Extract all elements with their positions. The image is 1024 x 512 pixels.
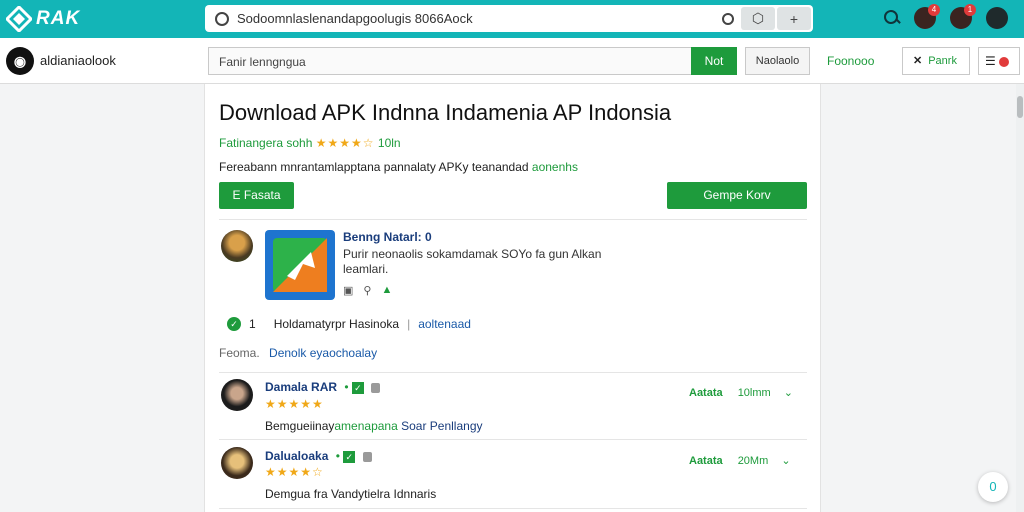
description-highlight[interactable]: aonenhs: [532, 160, 578, 174]
info-link[interactable]: aoltenaad: [418, 317, 471, 331]
notification-badge-1: 4: [928, 4, 940, 16]
address-bar[interactable]: Sodoomnlaslenandapgoolugis 8066Aock ⬡ +: [205, 5, 813, 32]
app-logo-text: RAK: [36, 8, 81, 29]
review-stars: ★★★★☆: [265, 465, 324, 479]
verified-dot-icon: •: [344, 380, 349, 394]
diamond-logo-icon: [6, 6, 32, 32]
rating-summary: Fatinangera sohh ★★★★☆ 10ln: [219, 136, 401, 150]
separator: |: [407, 317, 411, 331]
reviewer-avatar[interactable]: [221, 379, 253, 411]
app-meta-icons: ▣ ⚲ ▲: [343, 284, 392, 297]
user-avatar-2[interactable]: 1: [950, 4, 976, 29]
review-text: Bemgueiinayamenapana Soar Penllangy: [265, 419, 483, 433]
search-input[interactable]: Fanir lenngngua: [208, 47, 692, 75]
divider: [219, 219, 807, 220]
review-time: 20Mm: [737, 455, 769, 467]
review-meta: Aatata 20Mm ⌄: [689, 454, 791, 467]
reviewer-name[interactable]: Damala RAR • ✓: [265, 380, 381, 394]
lock-icon: [362, 451, 372, 462]
pin-icon[interactable]: ⚲: [363, 284, 371, 297]
review-text: Demgua fra Vandytielra Idnnaris: [265, 487, 436, 501]
reviewer-name[interactable]: Dalualoaka • ✓: [265, 449, 372, 463]
info-count: 1: [249, 317, 256, 331]
author-avatar[interactable]: [221, 230, 253, 262]
check-icon: ✓: [227, 317, 241, 331]
site-logo-icon[interactable]: ◉: [6, 47, 34, 75]
verified-dot-icon: •: [335, 449, 340, 463]
rating-count: 10ln: [377, 136, 401, 150]
verified-badge-icon: ✓: [343, 450, 356, 463]
camera-icon[interactable]: ▣: [343, 284, 353, 297]
reviewer-badges: • ✓: [336, 449, 372, 463]
rating-stars: ★★★★☆: [315, 136, 375, 150]
section-link[interactable]: Denolk eyaochoalay: [269, 346, 377, 360]
review-score: Aatata: [689, 455, 723, 467]
search-icon[interactable]: [884, 10, 900, 26]
app-logo-icon: [273, 238, 327, 292]
chevron-down-icon[interactable]: ⌄: [784, 387, 793, 399]
scrollbar-track[interactable]: [1016, 84, 1024, 512]
reviewer-name-text: Dalualoaka: [265, 449, 329, 463]
history-button[interactable]: [715, 7, 741, 30]
profile-avatar[interactable]: [986, 7, 1008, 29]
review-text-start: Demgua fra Vandytielra Idnnaris: [265, 487, 437, 501]
topbar-actions: 4 1: [884, 4, 1008, 29]
outline-button-label: Panrk: [928, 55, 957, 67]
review-text-start: Bemgueiinay: [265, 419, 335, 433]
site-name[interactable]: aldianiaolook: [40, 53, 116, 68]
add-tab-button[interactable]: +: [777, 7, 811, 30]
section-row: Feoma. Denolk eyaochoalay: [219, 346, 377, 360]
chat-button[interactable]: 0: [978, 472, 1008, 502]
browser-topbar: RAK Sodoomnlaslenandapgoolugis 8066Aock …: [0, 0, 1024, 38]
main-content-card: Download APK Indnna Indamenia AP Indonsi…: [204, 84, 821, 512]
plus-icon: +: [789, 10, 799, 27]
user-avatar-1[interactable]: 4: [914, 4, 940, 29]
info-text: Holdamatyrpr Hasinoka: [273, 317, 400, 331]
page-description: Fereabann mnrantamlapptana pannalaty APK…: [219, 160, 578, 174]
globe-icon: [215, 11, 229, 26]
android-icon[interactable]: ▲: [381, 284, 392, 297]
get-app-button[interactable]: Gempe Korv: [667, 182, 807, 209]
review-time: 10lmm: [737, 387, 771, 399]
lock-icon: [371, 382, 381, 393]
review-score: Aatata: [689, 387, 723, 399]
reviewer-badges: • ✓: [344, 380, 381, 394]
outline-button[interactable]: ✕ Panrk: [902, 47, 970, 75]
review-stars: ★★★★★: [265, 397, 324, 411]
notification-badge-2: 1: [964, 4, 976, 16]
divider: [219, 372, 807, 373]
app-icon[interactable]: [265, 230, 335, 300]
verified-badge-icon: ✓: [351, 381, 364, 394]
secondary-button[interactable]: Naolaolo: [745, 47, 810, 75]
site-navbar: ◉ aldianiaolook Fanir lenngngua Not Naol…: [0, 38, 1024, 84]
chevron-down-icon[interactable]: ⌄: [781, 455, 790, 467]
review-text-highlight[interactable]: amenapana: [334, 419, 397, 433]
rating-prefix: Fatinangera sohh: [219, 136, 313, 150]
review-meta: Aatata 10lmm ⌄: [689, 386, 793, 399]
app-name[interactable]: Benng Natarl: 0: [343, 230, 432, 244]
section-label: Feoma.: [219, 346, 260, 360]
address-text[interactable]: Sodoomnlaslenandapgoolugis 8066Aock: [237, 11, 715, 26]
reviewer-avatar[interactable]: [221, 447, 253, 479]
app-description: Purir neonaolis sokamdamak SOYo fa gun A…: [343, 247, 602, 276]
extension-button[interactable]: ⬡: [741, 7, 775, 30]
info-row: ✓ 1 Holdamatyrpr Hasinoka | aoltenaad: [227, 317, 471, 331]
nav-link[interactable]: Foonooo: [827, 54, 874, 68]
review-text-end: Soar Penllangy: [401, 419, 483, 433]
hamburger-icon: ☰: [985, 54, 996, 68]
shield-icon: ⬡: [751, 10, 765, 26]
menu-button[interactable]: ☰: [978, 47, 1020, 75]
page-title: Download APK Indnna Indamenia AP Indonsi…: [219, 100, 672, 125]
scrollbar-thumb[interactable]: [1017, 96, 1023, 118]
close-icon: ✕: [913, 55, 923, 67]
search-submit-button[interactable]: Not: [691, 47, 737, 75]
app-logo[interactable]: RAK: [6, 6, 80, 32]
reviewer-name-text: Damala RAR: [265, 380, 338, 394]
divider: [219, 439, 807, 440]
divider: [219, 508, 807, 509]
menu-alert-dot: [999, 56, 1010, 67]
description-text: Fereabann mnrantamlapptana pannalaty APK…: [219, 160, 529, 174]
download-button[interactable]: E Fasata: [219, 182, 294, 209]
clock-icon: [722, 12, 734, 25]
